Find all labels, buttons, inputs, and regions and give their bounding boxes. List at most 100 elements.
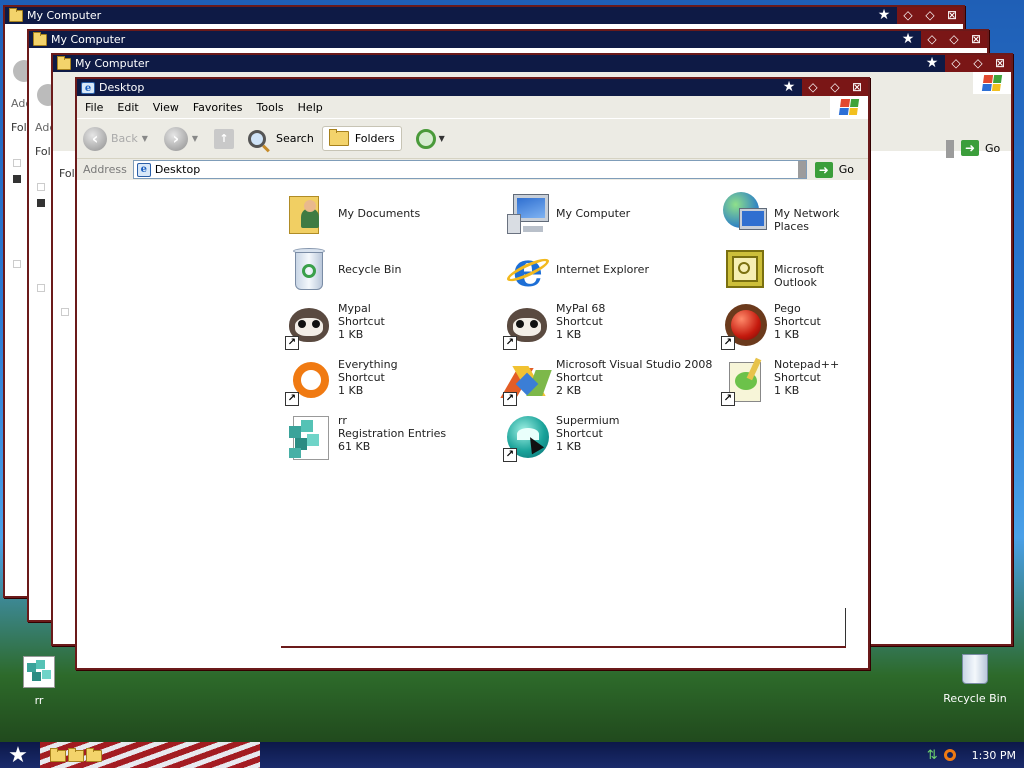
star-icon[interactable]: ★ bbox=[776, 79, 802, 96]
chevron-down-icon: ▼ bbox=[438, 134, 445, 143]
minimize-button[interactable]: ◇ bbox=[921, 31, 943, 48]
minimize-button[interactable]: ◇ bbox=[897, 7, 919, 24]
desktop-icon-rr[interactable]: rr bbox=[14, 656, 64, 707]
list-item[interactable]: ↗ Notepad++ Shortcut 1 KB bbox=[721, 357, 840, 410]
folder-icon bbox=[33, 31, 47, 46]
my-computer-icon bbox=[503, 190, 551, 238]
maximize-button[interactable]: ◇ bbox=[824, 79, 846, 96]
folders-icon bbox=[328, 129, 349, 146]
window-titlebar[interactable]: My Computer ★ ◇ ◇ ⊠ bbox=[29, 31, 987, 48]
up-folder-button[interactable]: ↑ bbox=[214, 128, 235, 149]
folders-button[interactable]: Folders bbox=[321, 126, 402, 151]
desktop-icon-label: Recycle Bin bbox=[943, 692, 1007, 705]
outlook-icon bbox=[721, 246, 769, 294]
go-button[interactable]: ➜ Go bbox=[961, 140, 1000, 156]
address-bar: Address e Desktop ➜ Go bbox=[77, 158, 868, 180]
list-item[interactable]: ↗ Pego Shortcut 1 KB bbox=[721, 302, 821, 354]
folder-icon[interactable] bbox=[86, 748, 102, 762]
item-name: Everything bbox=[338, 358, 398, 371]
menu-tools[interactable]: Tools bbox=[257, 101, 284, 114]
list-item[interactable]: ↗ Mypal Shortcut 1 KB bbox=[285, 302, 385, 354]
checkbox-icon bbox=[13, 159, 21, 167]
minimize-button[interactable]: ◇ bbox=[945, 55, 967, 72]
clock[interactable]: 1:30 PM bbox=[972, 749, 1016, 762]
close-button[interactable]: ⊠ bbox=[941, 7, 963, 24]
address-label: Address bbox=[83, 163, 127, 176]
divider bbox=[845, 608, 846, 648]
window-titlebar[interactable]: My Computer ★ ◇ ◇ ⊠ bbox=[53, 55, 1011, 72]
explorer-window-desktop[interactable]: e Desktop ★ ◇ ◇ ⊠ File Edit View Favorit… bbox=[75, 77, 870, 670]
list-item[interactable]: My Computer bbox=[503, 190, 630, 242]
taskbar: ★ ⇅ 1:30 PM bbox=[0, 742, 1024, 768]
address-dropdown-button[interactable] bbox=[797, 161, 806, 178]
search-tray-icon[interactable] bbox=[943, 749, 956, 761]
maximize-button[interactable]: ◇ bbox=[967, 55, 989, 72]
folder-icon[interactable] bbox=[50, 748, 66, 762]
list-item[interactable]: rr Registration Entries 61 KB bbox=[285, 414, 446, 466]
close-button[interactable]: ⊠ bbox=[846, 79, 868, 96]
menu-bar: File Edit View Favorites Tools Help bbox=[77, 96, 868, 118]
star-icon[interactable]: ★ bbox=[871, 7, 897, 24]
shortcut-arrow-icon: ↗ bbox=[503, 392, 517, 406]
file-list-pane[interactable]: My Documents My Computer My Network Plac… bbox=[77, 180, 868, 668]
views-button[interactable]: ▼ bbox=[415, 128, 453, 149]
menu-help[interactable]: Help bbox=[298, 101, 323, 114]
list-item[interactable]: ↗ Supermium Shortcut 1 KB bbox=[503, 414, 620, 466]
notepadpp-icon: ↗ bbox=[721, 357, 769, 406]
item-name: MyPal 68 bbox=[556, 302, 606, 315]
star-icon[interactable]: ★ bbox=[919, 55, 945, 72]
list-item[interactable]: My Network Places bbox=[721, 190, 868, 242]
item-name: Mypal bbox=[338, 302, 371, 315]
window-title: My Computer bbox=[27, 9, 102, 22]
folder-icon[interactable] bbox=[68, 748, 84, 762]
item-name: Microsoft Visual Studio 2008 bbox=[556, 358, 713, 371]
menu-edit[interactable]: Edit bbox=[117, 101, 138, 114]
maximize-button[interactable]: ◇ bbox=[919, 7, 941, 24]
search-button[interactable]: Search bbox=[248, 129, 314, 148]
menu-favorites[interactable]: Favorites bbox=[193, 101, 243, 114]
menu-view[interactable]: View bbox=[153, 101, 179, 114]
list-item[interactable]: e Internet Explorer bbox=[503, 246, 649, 298]
tree-node-icon bbox=[37, 199, 45, 207]
windows-logo-icon bbox=[973, 72, 1011, 94]
menu-file[interactable]: File bbox=[85, 101, 103, 114]
back-button[interactable]: ‹ Back ▼ bbox=[83, 126, 156, 151]
shortcut-arrow-icon: ↗ bbox=[503, 336, 517, 350]
item-name: My Documents bbox=[338, 207, 421, 220]
checkbox-icon bbox=[37, 284, 45, 292]
item-size: 1 KB bbox=[774, 328, 800, 341]
maximize-button[interactable]: ◇ bbox=[943, 31, 965, 48]
list-item[interactable]: ↗ Microsoft Visual Studio 2008 Shortcut … bbox=[500, 358, 713, 410]
close-button[interactable]: ⊠ bbox=[989, 55, 1011, 72]
checkbox-icon bbox=[37, 183, 45, 191]
window-titlebar[interactable]: e Desktop ★ ◇ ◇ ⊠ bbox=[77, 79, 868, 96]
list-item[interactable]: ↗ Everything Shortcut 1 KB bbox=[285, 358, 398, 410]
item-name: Notepad++ bbox=[774, 358, 840, 371]
minimize-button[interactable]: ◇ bbox=[802, 79, 824, 96]
item-type: Registration Entries bbox=[338, 427, 447, 440]
star-icon[interactable]: ★ bbox=[895, 31, 921, 48]
list-item[interactable]: Recycle Bin bbox=[285, 246, 401, 298]
back-arrow-icon: ‹ bbox=[83, 126, 107, 151]
registry-file-icon bbox=[285, 414, 333, 462]
item-size: 1 KB bbox=[338, 384, 364, 397]
registry-file-icon bbox=[23, 656, 55, 688]
shortcut-arrow-icon: ↗ bbox=[285, 392, 299, 406]
address-input[interactable]: e Desktop bbox=[132, 160, 807, 179]
window-title: Desktop bbox=[99, 81, 145, 94]
window-titlebar[interactable]: My Computer ★ ◇ ◇ ⊠ bbox=[5, 7, 963, 24]
forward-button[interactable]: › ▼ bbox=[163, 126, 206, 151]
network-tray-icon[interactable]: ⇅ bbox=[927, 748, 938, 763]
desktop-icon-recycle-bin[interactable]: Recycle Bin bbox=[942, 654, 1008, 705]
start-button[interactable]: ★ bbox=[0, 743, 36, 768]
item-type: Shortcut bbox=[556, 371, 603, 384]
tree-node-icon bbox=[13, 175, 21, 183]
list-item[interactable]: ↗ MyPal 68 Shortcut 1 KB bbox=[503, 302, 605, 354]
quick-launch bbox=[50, 747, 102, 762]
list-item[interactable]: Microsoft Outlook bbox=[721, 246, 868, 298]
go-button[interactable]: ➜ Go bbox=[814, 161, 854, 178]
list-item[interactable]: My Documents bbox=[285, 190, 420, 242]
close-button[interactable]: ⊠ bbox=[965, 31, 987, 48]
address-value: Desktop bbox=[154, 163, 201, 176]
address-dropdown-button[interactable] bbox=[946, 140, 954, 158]
